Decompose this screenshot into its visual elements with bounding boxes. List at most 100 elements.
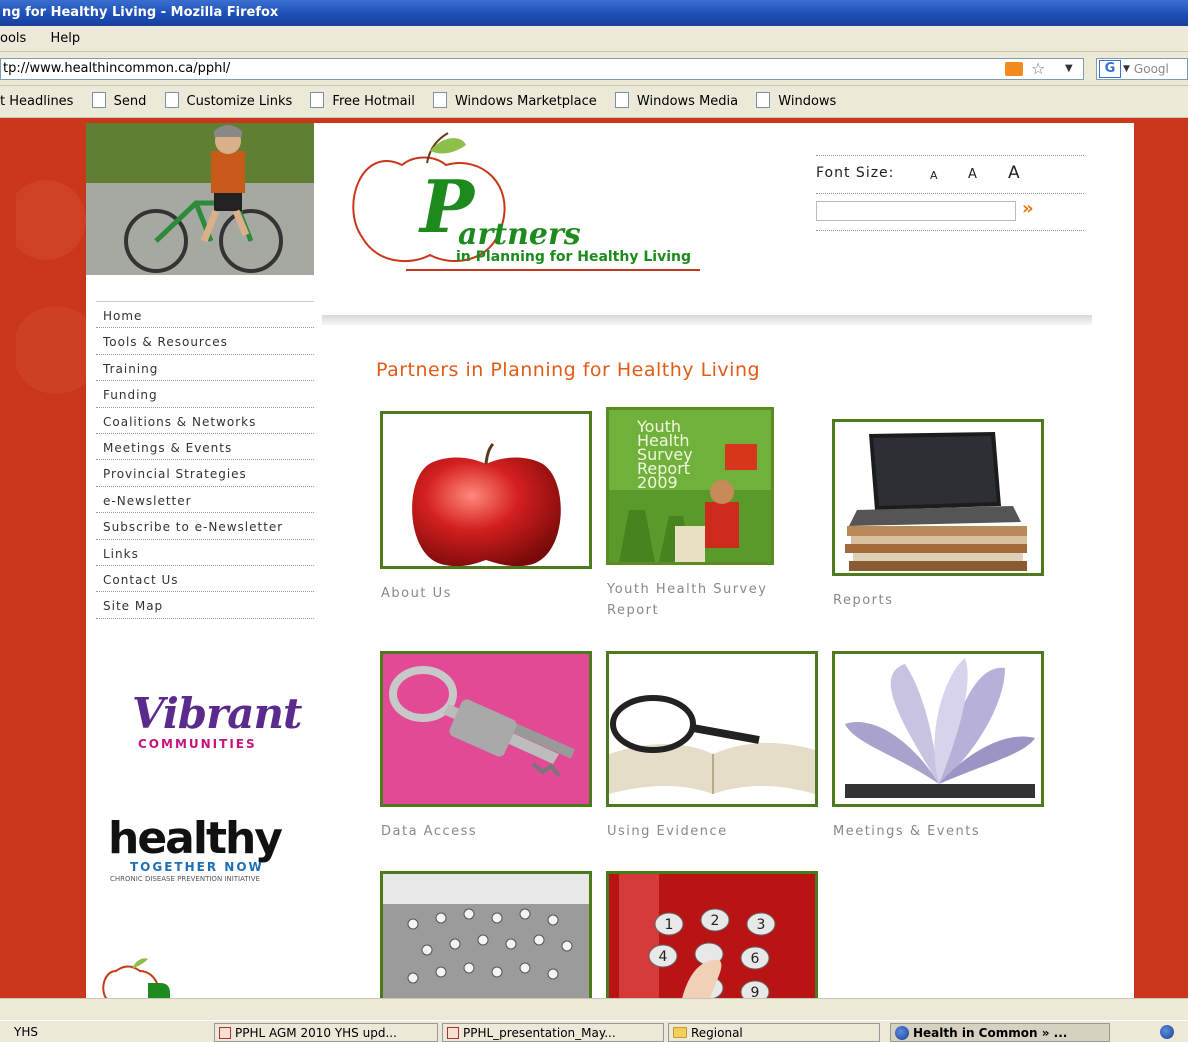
svg-text:4: 4 [659, 949, 668, 965]
nav-item-contact-us[interactable]: Contact Us [96, 566, 314, 593]
rss-feed-icon[interactable] [1005, 62, 1023, 76]
healthy-together-now-logo[interactable]: healthy [108, 813, 283, 864]
folder-icon [673, 1027, 687, 1038]
font-size-large-button[interactable]: A [1008, 163, 1020, 183]
presentation-icon [447, 1027, 459, 1039]
nav-item-subscribe-e-newsletter[interactable]: Subscribe to e-Newsletter [96, 513, 314, 540]
page-content: P artners in Planning for Healthy Living… [86, 123, 1134, 998]
page-icon [164, 92, 179, 108]
menu-help[interactable]: Help [50, 31, 80, 46]
page-icon [91, 92, 106, 108]
vibrant-communities-logo[interactable]: Vibrant [132, 689, 302, 738]
window-title-bar: ng for Healthy Living - Mozilla Firefox [0, 0, 1188, 26]
tile-caption-meetings-events[interactable]: Meetings & Events [833, 821, 980, 842]
keys-image [383, 654, 589, 804]
site-search-input[interactable] [816, 201, 1016, 221]
bookmark-star-icon[interactable]: ☆ [1031, 59, 1045, 79]
nav-item-funding[interactable]: Funding [96, 381, 314, 408]
page-icon [432, 92, 447, 108]
nav-item-meetings-events[interactable]: Meetings & Events [96, 434, 314, 461]
laptop-on-papers-image [835, 422, 1041, 573]
address-bar[interactable]: tp://www.healthincommon.ca/pphl/ ☆ ▼ [0, 58, 1084, 80]
tile-youth-health-survey-report[interactable]: Youth Health Survey Report 2009 [606, 407, 774, 565]
tile-phone-keypad[interactable]: 123 46 89 [606, 871, 818, 998]
decorative-swirl [16, 180, 86, 394]
site-search-go-button[interactable]: » [1022, 199, 1034, 219]
healthy-together-now-tagline: CHRONIC DISEASE PREVENTION INITIATIVE [110, 875, 260, 883]
tile-meetings-events[interactable] [832, 651, 1044, 807]
nav-item-tools-resources[interactable]: Tools & Resources [96, 328, 314, 355]
url-dropdown-arrow-icon[interactable]: ▼ [1065, 59, 1073, 79]
page-icon [756, 92, 771, 108]
tile-using-evidence[interactable] [606, 651, 818, 807]
bookmark-windows[interactable]: Windows [754, 86, 836, 118]
navigation-toolbar: tp://www.healthincommon.ca/pphl/ ☆ ▼ G ▼ G… [0, 52, 1188, 86]
svg-text:2009: 2009 [637, 473, 678, 492]
nav-item-provincial-strategies[interactable]: Provincial Strategies [96, 460, 314, 487]
google-icon[interactable]: G [1099, 60, 1121, 78]
browser-search-placeholder: Googl [1133, 62, 1169, 76]
page-icon [310, 92, 325, 108]
tile-reports[interactable] [832, 419, 1044, 576]
bookmark-windows-marketplace[interactable]: Windows Marketplace [431, 86, 597, 118]
windows-taskbar: YHS PPHL AGM 2010 YHS upd... PPHL_presen… [0, 1020, 1188, 1042]
browser-status-bar [0, 998, 1188, 1020]
nav-item-site-map[interactable]: Site Map [96, 592, 314, 619]
taskbar-item-health-in-common[interactable]: Health in Common » ... [890, 1023, 1110, 1042]
tile-caption-youth-health-survey-report[interactable]: Youth Health Survey Report [607, 579, 787, 621]
apple-image [383, 414, 589, 566]
nav-item-links[interactable]: Links [96, 540, 314, 566]
svg-text:1: 1 [665, 917, 674, 933]
nav-item-coalitions-networks[interactable]: Coalitions & Networks [96, 408, 314, 434]
svg-text:3: 3 [757, 917, 766, 933]
divider [816, 193, 1084, 194]
taskbar-item-regional[interactable]: Regional [668, 1023, 880, 1042]
nav-item-training[interactable]: Training [96, 355, 314, 382]
partners-mini-logo[interactable] [96, 953, 196, 998]
taskbar-item-yhs[interactable]: YHS [0, 1023, 200, 1042]
tile-crowd-figures[interactable] [380, 871, 592, 998]
bookmark-headlines[interactable]: t Headlines [0, 86, 73, 118]
taskbar-item-pphl-agm[interactable]: PPHL AGM 2010 YHS upd... [214, 1023, 438, 1042]
tile-data-access[interactable] [380, 651, 592, 807]
tile-caption-reports[interactable]: Reports [833, 590, 893, 611]
bookmarks-toolbar: t Headlines Send Customize Links Free Ho… [0, 86, 1188, 118]
tray-icon[interactable] [1156, 1023, 1188, 1042]
tile-caption-using-evidence[interactable]: Using Evidence [607, 821, 728, 842]
bookmark-windows-media[interactable]: Windows Media [613, 86, 738, 118]
browser-search-box[interactable]: G ▼ Googl [1096, 58, 1188, 80]
firefox-icon [895, 1026, 909, 1040]
bookmark-free-hotmail[interactable]: Free Hotmail [308, 86, 415, 118]
search-engine-dropdown-icon[interactable]: ▼ [1123, 59, 1130, 79]
presentation-icon [219, 1027, 231, 1039]
phone-keypad-image: 123 46 89 [609, 874, 815, 998]
boy-on-bicycle-photo [86, 123, 314, 275]
divider [816, 230, 1084, 231]
logo-tagline: in Planning for Healthy Living [456, 249, 691, 265]
healthy-together-now-subtitle: TOGETHER NOW [130, 860, 264, 874]
page-icon [614, 92, 629, 108]
open-book-pages-image [835, 654, 1041, 804]
font-size-medium-button[interactable]: A [968, 167, 977, 182]
vibrant-communities-subtitle: COMMUNITIES [138, 737, 257, 751]
tile-about-us[interactable] [380, 411, 592, 569]
sidebar-nav: Home Tools & Resources Training Funding … [96, 301, 314, 619]
nav-item-e-newsletter[interactable]: e-Newsletter [96, 487, 314, 514]
page-heading: Partners in Planning for Healthy Living [376, 359, 761, 381]
font-size-label: Font Size: [816, 165, 895, 181]
logo-underline [406, 269, 700, 271]
svg-text:2: 2 [711, 913, 720, 929]
address-bar-url: tp://www.healthincommon.ca/pphl/ [3, 61, 231, 76]
survey-cover-image: Youth Health Survey Report 2009 [609, 410, 771, 562]
bookmark-send[interactable]: Send [90, 86, 146, 118]
tile-caption-about-us[interactable]: About Us [381, 583, 452, 604]
font-size-small-button[interactable]: A [930, 169, 938, 182]
menu-tools[interactable]: ools [0, 31, 26, 46]
tile-caption-data-access[interactable]: Data Access [381, 821, 477, 842]
header-divider [322, 315, 1092, 325]
bookmark-customize-links[interactable]: Customize Links [163, 86, 292, 118]
taskbar-item-pphl-presentation[interactable]: PPHL_presentation_May... [442, 1023, 664, 1042]
nav-item-home[interactable]: Home [96, 302, 314, 329]
logo-word: artners [458, 217, 581, 252]
svg-text:6: 6 [751, 951, 760, 967]
